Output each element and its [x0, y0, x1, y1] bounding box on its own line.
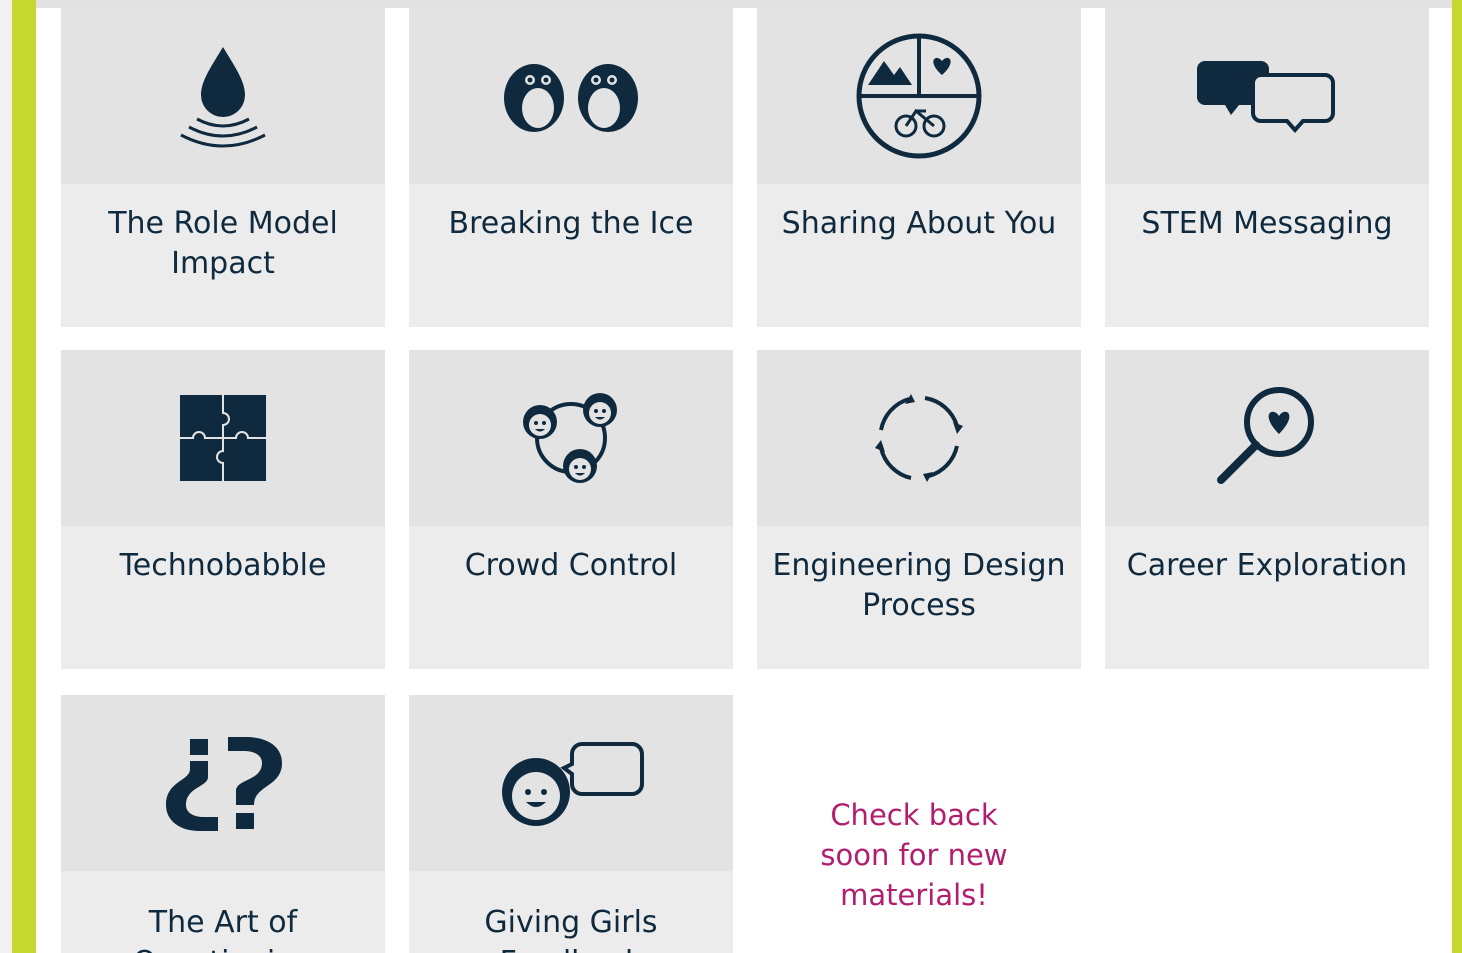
- card-title: Technobabble: [119, 548, 327, 583]
- card-title: Breaking the Ice: [448, 206, 694, 241]
- card-breaking-the-ice[interactable]: Breaking the Ice: [409, 8, 733, 327]
- card-career-exploration[interactable]: Career Exploration: [1105, 350, 1429, 669]
- card-role-model-impact[interactable]: The Role Model Impact: [61, 8, 385, 327]
- card-title: STEM Messaging: [1141, 206, 1393, 241]
- puzzle-icon: [178, 393, 268, 483]
- girl-speech-icon: [496, 738, 646, 828]
- card-title: Crowd Control: [464, 548, 678, 583]
- group-faces-icon: [516, 388, 626, 488]
- right-green-frame: [1452, 0, 1462, 953]
- card-engineering-design-process[interactable]: Engineering Design Process: [757, 350, 1081, 669]
- card-title: Engineering Design Process: [772, 548, 1066, 623]
- card-sharing-about-you[interactable]: Sharing About You: [757, 8, 1081, 327]
- card-crowd-control[interactable]: Crowd Control: [409, 350, 733, 669]
- card-technobabble[interactable]: Technobabble: [61, 350, 385, 669]
- left-page-edge: [0, 0, 12, 953]
- card-title: Career Exploration: [1126, 548, 1408, 583]
- magnifier-heart-icon: [1207, 378, 1327, 498]
- card-title: The Role Model Impact: [108, 206, 338, 281]
- penguins-icon: [496, 56, 646, 136]
- card-giving-girls-feedback[interactable]: Giving Girls Feedback: [409, 695, 733, 953]
- card-title: Sharing About You: [781, 206, 1057, 241]
- question-marks-icon: [158, 733, 288, 833]
- water-drop-ripple-icon: [173, 41, 273, 151]
- chat-bubbles-icon: [1197, 51, 1337, 141]
- card-art-of-questioning[interactable]: The Art of Questioning: [61, 695, 385, 953]
- left-green-frame: [12, 0, 36, 953]
- card-title: The Art of Questioning: [133, 905, 314, 953]
- card-title: Giving Girls Feedback: [484, 905, 658, 953]
- interests-circle-icon: [854, 31, 984, 161]
- top-border: [0, 0, 1462, 8]
- card-stem-messaging[interactable]: STEM Messaging: [1105, 8, 1429, 327]
- cycle-arrows-icon: [869, 388, 969, 488]
- check-back-message: Check back soon for new materials!: [820, 798, 1008, 912]
